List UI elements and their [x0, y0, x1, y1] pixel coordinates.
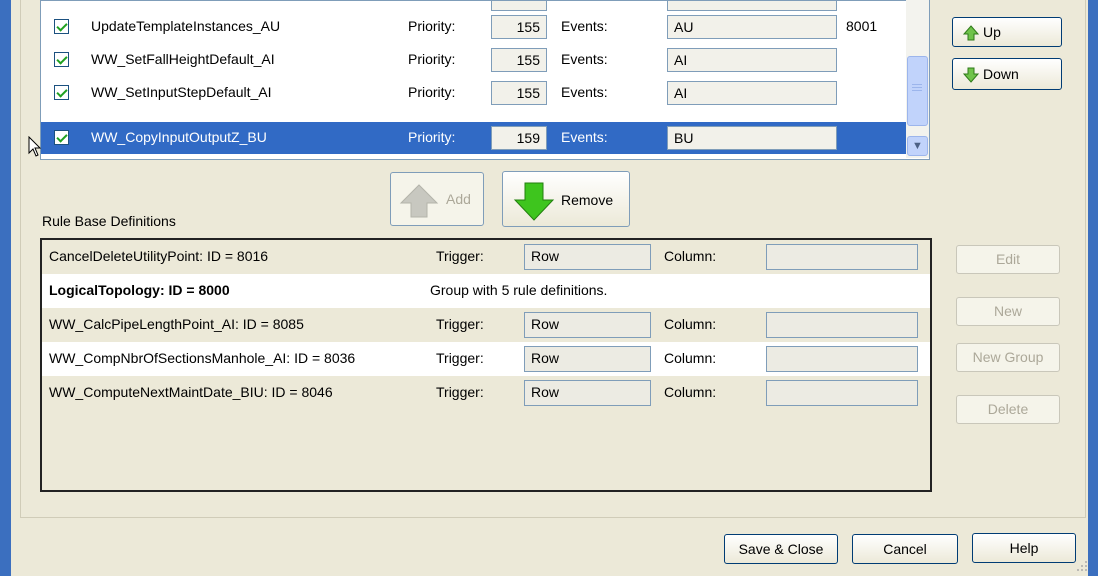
trigger-label: Trigger:: [436, 316, 484, 332]
rule-enabled-checkbox[interactable]: [54, 19, 69, 34]
priority-field[interactable]: 159: [491, 126, 547, 150]
resize-grip-icon[interactable]: [1076, 560, 1088, 572]
events-field[interactable]: BU: [667, 126, 837, 150]
new-group-button[interactable]: New Group: [956, 343, 1060, 372]
remove-arrow-down-icon: [513, 182, 555, 221]
trigger-label: Trigger:: [436, 248, 484, 264]
priority-label: Priority:: [408, 129, 456, 145]
mouse-cursor-icon: [28, 136, 42, 157]
events-label: Events:: [561, 84, 608, 100]
down-label: Down: [983, 66, 1019, 82]
rule-definition-name: WW_ComputeNextMaintDate_BIU: ID = 8046: [49, 384, 333, 400]
help-button[interactable]: Help: [972, 533, 1076, 563]
scrollbar-thumb[interactable]: [907, 56, 928, 126]
column-field[interactable]: [766, 312, 918, 338]
rule-base-row[interactable]: WW_CalcPipeLengthPoint_AI: ID = 8085 Tri…: [42, 308, 930, 342]
rule-base-group-row[interactable]: LogicalTopology: ID = 8000 Group with 5 …: [42, 274, 930, 308]
events-label: Events:: [561, 51, 608, 67]
trigger-label: Trigger:: [436, 350, 484, 366]
remove-button[interactable]: Remove: [502, 171, 630, 227]
move-up-button[interactable]: Up: [952, 17, 1062, 47]
remove-label: Remove: [561, 192, 614, 208]
priority-field[interactable]: 155: [491, 15, 547, 39]
rule-definition-name: WW_CalcPipeLengthPoint_AI: ID = 8085: [49, 316, 304, 332]
column-label: Column:: [664, 350, 717, 366]
add-label: Add: [446, 191, 471, 207]
rule-name: UpdateTemplateInstances_AU: [91, 18, 281, 34]
stored-rule-row-selected[interactable]: WW_CopyInputOutputZ_BU Priority: 159 Eve…: [41, 122, 906, 154]
stored-rule-row[interactable]: WW_SetFallHeightDefault_AI Priority: 155…: [41, 44, 906, 76]
delete-button[interactable]: Delete: [956, 395, 1060, 424]
arrow-up-icon: [963, 25, 979, 41]
rule-base-row[interactable]: CancelDeleteUtilityPoint: ID = 8016 Trig…: [42, 240, 930, 274]
rule-definition-name: CancelDeleteUtilityPoint: ID = 8016: [49, 248, 269, 264]
column-label: Column:: [664, 248, 717, 264]
move-down-button[interactable]: Down: [952, 58, 1062, 90]
trigger-field[interactable]: Row: [524, 380, 651, 406]
priority-field[interactable]: 155: [491, 48, 547, 72]
column-label: Column:: [664, 316, 717, 332]
events-field[interactable]: AU: [667, 15, 837, 39]
rule-definition-name: WW_CompNbrOfSectionsManhole_AI: ID = 803…: [49, 350, 356, 366]
rule-base-row[interactable]: WW_ComputeNextMaintDate_BIU: ID = 8046 T…: [42, 376, 930, 410]
events-field[interactable]: AI: [667, 48, 837, 72]
add-button[interactable]: Add: [390, 172, 484, 226]
scrollbar-grip: [912, 84, 922, 85]
stored-rule-row[interactable]: WW_SetInputStepDefault_AI Priority: 155 …: [41, 77, 906, 109]
stored-rules-list[interactable]: UpdateTemplateInstances_AU Priority: 155…: [40, 0, 930, 160]
group-description: Group with 5 rule definitions.: [430, 282, 608, 298]
events-label: Events:: [561, 129, 608, 145]
priority-label: Priority:: [408, 84, 456, 100]
trigger-label: Trigger:: [436, 384, 484, 400]
partial-priority-field: [491, 1, 547, 11]
trigger-field[interactable]: Row: [524, 346, 651, 372]
save-close-button[interactable]: Save & Close: [724, 534, 838, 564]
column-field[interactable]: [766, 380, 918, 406]
window-frame-left: [0, 0, 11, 576]
partial-events-field: [667, 1, 837, 11]
priority-label: Priority:: [408, 18, 456, 34]
trigger-field[interactable]: Row: [524, 244, 651, 270]
arrow-down-icon: [963, 67, 979, 83]
rule-name: WW_SetFallHeightDefault_AI: [91, 51, 275, 67]
rule-enabled-checkbox[interactable]: [54, 85, 69, 100]
rule-base-definitions-label: Rule Base Definitions: [42, 213, 176, 229]
window-frame-right: [1088, 0, 1098, 576]
trigger-field[interactable]: Row: [524, 312, 651, 338]
priority-label: Priority:: [408, 51, 456, 67]
rule-base-list[interactable]: CancelDeleteUtilityPoint: ID = 8016 Trig…: [40, 238, 932, 492]
cancel-button[interactable]: Cancel: [852, 534, 958, 564]
rule-enabled-checkbox[interactable]: [54, 130, 69, 145]
edit-button[interactable]: Edit: [956, 245, 1060, 274]
rule-name: WW_CopyInputOutputZ_BU: [91, 129, 267, 145]
priority-field[interactable]: 155: [491, 81, 547, 105]
column-field[interactable]: [766, 244, 918, 270]
rule-base-row[interactable]: WW_CompNbrOfSectionsManhole_AI: ID = 803…: [42, 342, 930, 376]
stored-rule-row[interactable]: UpdateTemplateInstances_AU Priority: 155…: [41, 11, 906, 43]
up-label: Up: [983, 24, 1001, 40]
rule-group-name: LogicalTopology: ID = 8000: [49, 282, 230, 298]
rule-name: WW_SetInputStepDefault_AI: [91, 84, 272, 100]
scroll-down-button[interactable]: ▼: [907, 136, 928, 156]
events-field[interactable]: AI: [667, 81, 837, 105]
column-label: Column:: [664, 384, 717, 400]
add-arrow-up-icon: [399, 184, 439, 218]
rule-enabled-checkbox[interactable]: [54, 52, 69, 67]
rule-id: 8001: [846, 18, 878, 34]
new-button[interactable]: New: [956, 297, 1060, 326]
events-label: Events:: [561, 18, 608, 34]
column-field[interactable]: [766, 346, 918, 372]
